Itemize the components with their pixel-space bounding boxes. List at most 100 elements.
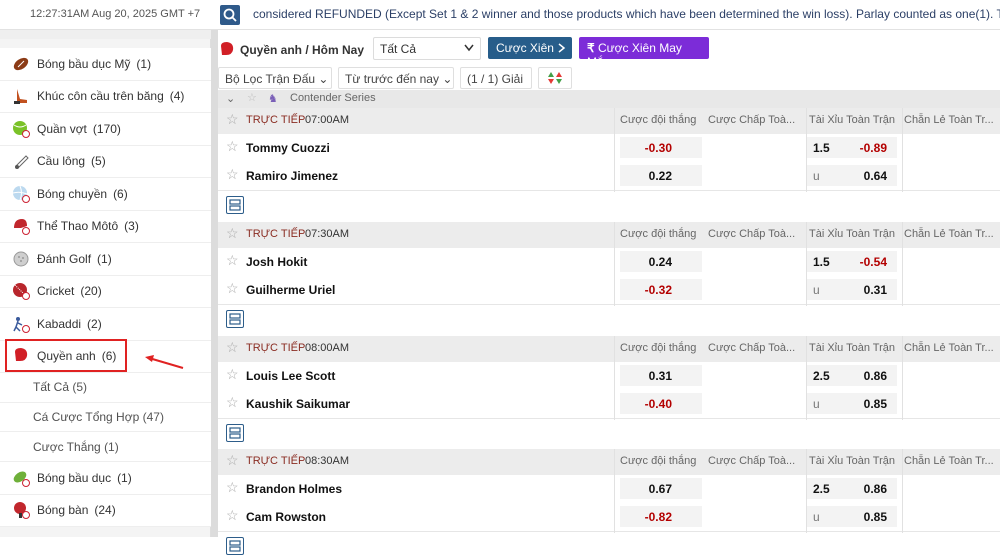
odds-over[interactable]: -0.89 (860, 141, 887, 155)
sort-button[interactable] (538, 67, 572, 89)
column-over-under: Tài Xỉu Toàn Trận (809, 341, 896, 354)
date-filter-button[interactable]: Từ trước đến nay ⌄ (338, 67, 454, 89)
star-icon[interactable]: ☆ (226, 366, 239, 383)
odds-moneyline-home[interactable]: -0.30 (620, 137, 702, 158)
sidebar-item-volleyball[interactable]: Bóng chuyền (6) (0, 178, 211, 211)
star-icon[interactable]: ☆ (226, 507, 239, 524)
sidebar-item-tennis[interactable]: Quần vợt (170) (0, 113, 211, 146)
match-row-home: ☆ Brandon Holmes 0.67 2.5 0.86 (218, 475, 1000, 504)
odds-moneyline-away[interactable]: -0.82 (620, 506, 702, 528)
league-header[interactable]: ⌄ ☆ ♞ Contender Series (218, 90, 1000, 109)
column-moneyline: Cược đội thắng (620, 227, 697, 240)
sidebar-subitem-win[interactable]: Cược Thắng (1) (0, 432, 211, 463)
team-away: Ramiro Jimenez (246, 169, 339, 183)
star-icon[interactable]: ☆ (226, 452, 239, 469)
star-icon[interactable]: ☆ (226, 280, 239, 297)
match-block: ☆ TRỰC TIẾP 07:00AM Cược đội thắng Cược … (218, 108, 1000, 218)
ou-line[interactable]: 2.5 0.86 (807, 364, 897, 386)
table-tennis-icon (12, 501, 30, 520)
more-bets-button[interactable] (226, 423, 244, 442)
league-count-button[interactable]: (1 / 1) Giải (460, 67, 532, 89)
ou-under[interactable]: u 0.64 (807, 165, 897, 186)
match-header: ☆ TRỰC TIẾP 08:00AM Cược đội thắng Cược … (218, 335, 1000, 362)
star-icon[interactable]: ☆ (226, 138, 239, 155)
parlay-button[interactable]: Cược Xiên (488, 37, 572, 59)
sidebar-item-table-tennis[interactable]: Bóng bàn (24) (0, 494, 211, 528)
american-football-icon (12, 55, 30, 73)
match-block: ☆ TRỰC TIẾP 08:30AM Cược đội thắng Cược … (218, 449, 1000, 559)
sidebar-item-rugby[interactable]: Bóng bầu dục (1) (0, 462, 211, 495)
odds-over[interactable]: 0.86 (864, 369, 887, 383)
lucky-icon: ₹ (587, 41, 595, 55)
odds-under[interactable]: 0.31 (864, 283, 887, 297)
column-handicap: Cược Chấp Toà... (708, 227, 796, 240)
ou-under[interactable]: u 0.85 (807, 392, 897, 414)
odds-over[interactable]: 0.86 (864, 482, 887, 496)
star-icon[interactable]: ☆ (226, 339, 239, 356)
odds-moneyline-away[interactable]: -0.32 (620, 278, 702, 300)
sidebar-item-cricket[interactable]: Cricket (20) (0, 275, 211, 308)
odds-under[interactable]: 0.85 (864, 510, 887, 524)
star-icon[interactable]: ☆ (247, 91, 257, 104)
more-bets-button[interactable] (226, 196, 244, 214)
ou-under[interactable]: u 0.85 (807, 506, 897, 528)
ou-line[interactable]: 1.5 -0.54 (807, 250, 897, 272)
match-block: ☆ TRỰC TIẾP 08:00AM Cược đội thắng Cược … (218, 335, 1000, 446)
sidebar-item-golf[interactable]: Đánh Golf (1) (0, 243, 211, 276)
chevron-down-icon: ⌄ (318, 72, 329, 86)
match-time: 08:30AM (305, 455, 350, 468)
clock: 12:27:31AM Aug 20, 2025 GMT +7 (30, 8, 201, 20)
search-icon (223, 8, 237, 22)
column-over-under: Tài Xỉu Toàn Trận (809, 455, 896, 468)
odds-moneyline-home[interactable]: 0.67 (620, 478, 702, 500)
more-bets-icon (229, 199, 241, 211)
more-bets-icon (229, 313, 241, 325)
more-bets-button[interactable] (226, 309, 244, 328)
live-label: TRỰC TIẾP (246, 341, 306, 354)
star-icon[interactable]: ☆ (226, 394, 239, 411)
column-odd-even: Chẵn Lẻ Toàn Tr... (904, 455, 994, 468)
sidebar-subitem-outright[interactable]: Cá Cược Tổng Hợp (47) (0, 402, 211, 433)
search-button[interactable] (220, 5, 240, 25)
match-header: ☆ TRỰC TIẾP 08:30AM Cược đội thắng Cược … (218, 449, 1000, 476)
match-filter-button[interactable]: Bộ Lọc Trận Đấu ⌄ (218, 67, 332, 89)
sidebar-item-ice-hockey[interactable]: Khúc côn cầu trên băng (4) (0, 80, 211, 113)
odds-under[interactable]: 0.64 (864, 169, 887, 183)
star-icon[interactable]: ☆ (226, 111, 239, 128)
star-icon[interactable]: ☆ (226, 479, 239, 496)
page-header: Quyền anh / Hôm Nay (218, 38, 364, 62)
star-icon[interactable]: ☆ (226, 252, 239, 269)
sidebar-item-kabaddi[interactable]: Kabaddi (2) (0, 308, 211, 341)
star-icon[interactable]: ☆ (226, 166, 239, 183)
sidebar-item-badminton[interactable]: Cầu lông (5) (0, 145, 211, 178)
odds-under[interactable]: 0.85 (864, 397, 887, 411)
odds-moneyline-away[interactable]: 0.22 (620, 165, 702, 186)
more-bets-icon (229, 426, 241, 439)
team-home: Josh Hokit (246, 254, 308, 269)
ou-under[interactable]: u 0.31 (807, 278, 897, 300)
odds-moneyline-away[interactable]: -0.40 (620, 392, 702, 414)
boxing-glove-icon (221, 42, 234, 55)
sidebar-subitem-all[interactable]: Tất Cả (5) (0, 373, 211, 403)
lucky-parlay-button[interactable]: ₹ Cược Xiên May Mắn (579, 37, 709, 69)
star-icon[interactable]: ☆ (226, 225, 239, 242)
sidebar-item-american-football[interactable]: Bóng bầu dục Mỹ (1) (0, 48, 211, 81)
odds-moneyline-home[interactable]: 0.24 (620, 250, 702, 272)
match-time: 07:30AM (305, 227, 350, 240)
team-away: Guilherme Uriel (246, 282, 336, 297)
live-label: TRỰC TIẾP (246, 114, 306, 126)
match-row-home: ☆ Josh Hokit 0.24 1.5 -0.54 (218, 247, 1000, 276)
column-handicap: Cược Chấp Toà... (708, 341, 796, 354)
match-footer (218, 531, 1000, 559)
rugby-ball-icon (12, 469, 30, 487)
odds-over[interactable]: -0.54 (860, 255, 887, 269)
match-row-away: ☆ Guilherme Uriel -0.32 u 0.31 (218, 275, 1000, 304)
ou-line[interactable]: 2.5 0.86 (807, 478, 897, 500)
match-block: ☆ TRỰC TIẾP 07:30AM Cược đội thắng Cược … (218, 221, 1000, 332)
odds-moneyline-home[interactable]: 0.31 (620, 364, 702, 386)
more-bets-button[interactable] (226, 537, 244, 556)
ou-line[interactable]: 1.5 -0.89 (807, 137, 897, 158)
market-dropdown[interactable]: Tất Cả (373, 37, 481, 60)
sidebar-item-motorsport[interactable]: Thể Thao Môtô (3) (0, 210, 211, 243)
volleyball-icon (12, 185, 30, 203)
